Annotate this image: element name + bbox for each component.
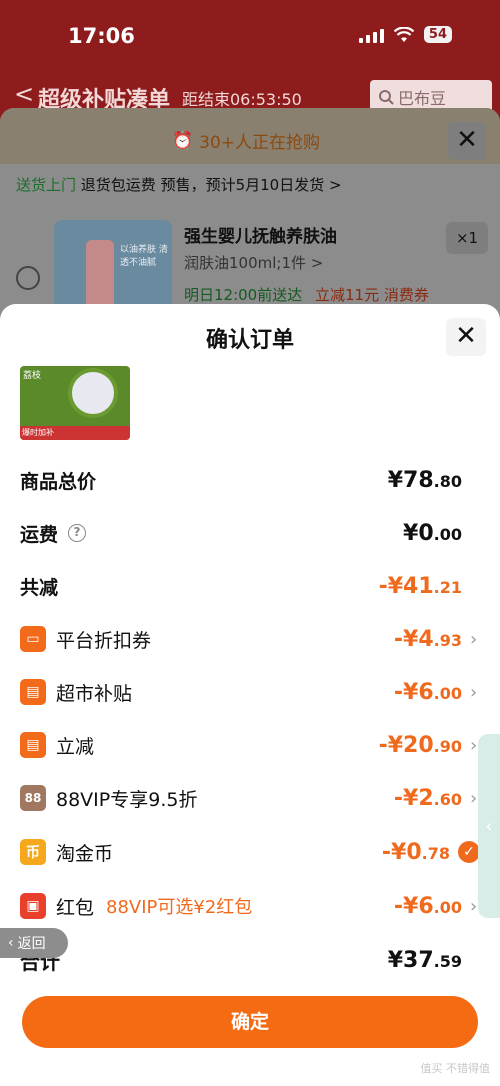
grab-banner: ⏰ 30+人正在抢购 ✕ <box>0 108 500 164</box>
chevron-left-icon: ‹ <box>485 815 493 837</box>
shipping-row: 运费? ¥0.00 <box>20 513 480 553</box>
side-drawer-tab[interactable]: ‹ <box>478 734 500 918</box>
market-subsidy-row[interactable]: ▤ 超市补贴 -¥6.00 › <box>20 672 480 712</box>
countdown-timer: 距结束06:53:50 <box>182 90 302 109</box>
chevron-right-icon: › <box>470 628 478 650</box>
total-discount-value: -¥41.21 <box>378 573 462 599</box>
order-total-row: 合计 ¥37.59 <box>20 940 480 980</box>
store-icon: ▤ <box>20 732 46 758</box>
instant-discount-row[interactable]: ▤ 立减 -¥20.90 › <box>20 725 480 765</box>
bottle-image <box>86 240 114 310</box>
signal-icon <box>358 27 384 43</box>
product-image-tag: 以油养肤 清透不油腻 <box>120 245 168 268</box>
status-icons: 54 <box>358 26 452 43</box>
shipping-value: ¥0.00 <box>403 520 462 546</box>
wifi-icon <box>393 26 414 42</box>
confirm-button[interactable]: 确定 <box>22 996 478 1048</box>
product-thumbnail: 荔枝 爆时加补 <box>20 366 130 440</box>
red-packet-promo: 88VIP可选¥2红包 <box>106 897 253 918</box>
help-icon[interactable]: ? <box>68 524 87 542</box>
store-icon: ▤ <box>20 679 46 705</box>
alarm-icon: ⏰ <box>172 130 194 151</box>
market-subsidy-label: ▤ 超市补贴 <box>20 679 132 706</box>
ticket-icon: ▭ <box>20 626 46 652</box>
product-name[interactable]: 强生婴儿抚触养肤油 <box>184 222 337 247</box>
platform-coupon-value: -¥4.93 <box>393 626 462 652</box>
vip-88-icon: 88 <box>20 785 46 811</box>
status-time: 17:06 <box>68 24 135 48</box>
search-icon <box>379 90 394 105</box>
search-placeholder: 巴布豆 <box>398 89 447 108</box>
return-button[interactable]: ‹ 返回 <box>0 928 68 958</box>
instant-discount-label: ▤ 立减 <box>20 732 94 759</box>
status-bar: 17:06 54 <box>0 0 500 72</box>
sheet-close-button[interactable]: ✕ <box>446 318 486 356</box>
platform-coupon-label: ▭ 平台折扣券 <box>20 626 151 653</box>
shipping-label: 运费? <box>20 520 87 547</box>
red-packet-label: ▣ 红包 88VIP可选¥2红包 <box>20 893 252 920</box>
instant-discount-value: -¥20.90 <box>378 732 462 758</box>
back-arrow-icon[interactable]: < <box>14 80 34 108</box>
red-packet-row[interactable]: ▣ 红包 88VIP可选¥2红包 -¥6.00 › <box>20 886 480 926</box>
red-packet-icon: ▣ <box>20 893 46 919</box>
coin-value: -¥0.78 <box>381 839 450 865</box>
platform-coupon-row[interactable]: ▭ 平台折扣券 -¥4.93 › <box>20 619 480 659</box>
grab-text: ⏰ 30+人正在抢购 <box>172 130 321 154</box>
lychee-image <box>68 368 118 418</box>
vip-discount-row[interactable]: 88 88VIP专享9.5折 -¥2.60 › <box>20 778 480 818</box>
subtotal-row: 商品总价 ¥78.80 <box>20 460 480 500</box>
thumbnail-label: 爆时加补 <box>20 426 130 440</box>
close-button[interactable]: ✕ <box>448 122 486 160</box>
subtotal-value: ¥78.80 <box>387 467 462 493</box>
product-checkbox[interactable] <box>16 266 40 290</box>
market-subsidy-value: -¥6.00 <box>393 679 462 705</box>
chevron-right-icon: › <box>470 681 478 703</box>
coin-icon: 币 <box>20 839 46 865</box>
chevron-left-icon: ‹ <box>8 935 14 951</box>
red-packet-value: -¥6.00 <box>393 893 462 919</box>
battery-indicator: 54 <box>423 26 452 43</box>
watermark: 值买 不错得值 <box>420 1062 491 1075</box>
vip-discount-value: -¥2.60 <box>393 785 462 811</box>
product-delivery: 明日12:00前送达 立减11元 消费券 <box>184 286 429 304</box>
total-discount-row: 共减 -¥41.21 <box>20 566 480 606</box>
total-discount-label: 共减 <box>20 576 59 599</box>
coin-row[interactable]: 币淘金币 -¥0.78 ✓ <box>20 832 480 872</box>
checkmark-icon[interactable]: ✓ <box>458 841 480 863</box>
order-total-value: ¥37.59 <box>387 947 462 973</box>
coin-label: 币淘金币 <box>20 839 113 866</box>
thumbnail-title: 荔枝 <box>23 371 42 381</box>
delivery-info: 送货上门 退货包运费 预售，预计5月10日发货 > <box>16 176 342 194</box>
sheet-title: 确认订单 <box>205 328 294 353</box>
product-quantity[interactable]: ×1 <box>446 222 488 254</box>
subtotal-label: 商品总价 <box>20 470 97 493</box>
product-spec[interactable]: 润肤油100ml;1件 > <box>184 252 323 273</box>
vip-discount-label: 88 88VIP专享9.5折 <box>20 785 197 812</box>
